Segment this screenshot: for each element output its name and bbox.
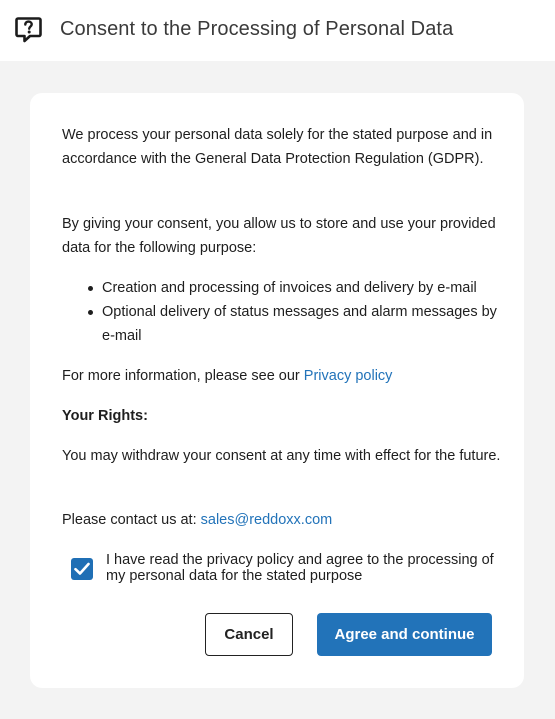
- consent-checkbox[interactable]: [71, 558, 93, 580]
- dialog-header: Consent to the Processing of Personal Da…: [0, 0, 555, 61]
- more-info-prefix: For more information, please see our: [62, 368, 304, 384]
- chat-question-icon: [15, 16, 42, 43]
- rights-text: You may withdraw your consent at any tim…: [62, 448, 501, 464]
- contact-prefix: Please contact us at:: [62, 512, 201, 528]
- agree-and-continue-button[interactable]: Agree and continue: [317, 613, 492, 656]
- checkmark-icon: [74, 562, 90, 575]
- more-info-text: For more information, please see our Pri…: [62, 364, 502, 388]
- purpose-list: Creation and processing of invoices and …: [62, 276, 502, 348]
- rights-heading: Your Rights:: [62, 408, 148, 424]
- intro-text: We process your personal data solely for…: [62, 127, 493, 167]
- privacy-policy-link[interactable]: Privacy policy: [304, 368, 393, 384]
- list-item: Optional delivery of status messages and…: [62, 300, 502, 348]
- consent-card: We process your personal data solely for…: [30, 93, 524, 688]
- contact-email-link[interactable]: sales@reddoxx.com: [201, 512, 333, 528]
- dialog-title: Consent to the Processing of Personal Da…: [60, 18, 454, 40]
- consent-text: By giving your consent, you allow us to …: [62, 216, 496, 256]
- list-item: Creation and processing of invoices and …: [62, 276, 502, 300]
- contact-text: Please contact us at: sales@reddoxx.com: [62, 508, 502, 532]
- cancel-button[interactable]: Cancel: [205, 613, 293, 656]
- consent-checkbox-label[interactable]: I have read the privacy policy and agree…: [106, 552, 506, 584]
